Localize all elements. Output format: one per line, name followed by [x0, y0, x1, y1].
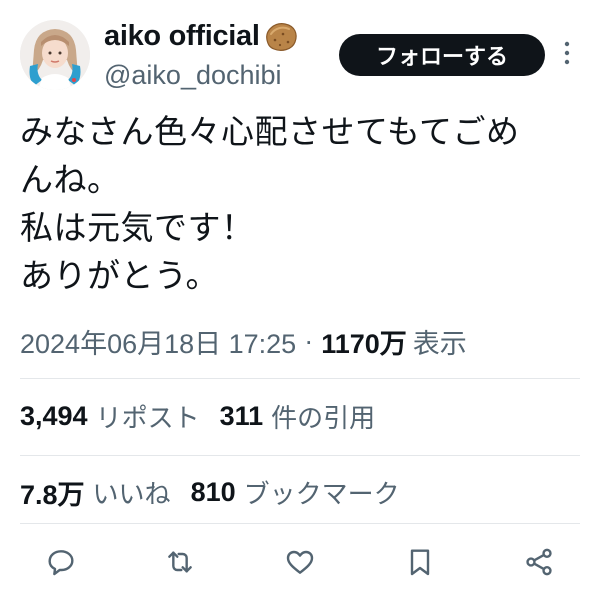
tweet-meta: 2024年06月18日 17:25 · 1170万 表示 — [20, 322, 467, 361]
bookmark-icon[interactable] — [402, 544, 438, 580]
meta-separator: · — [304, 326, 314, 356]
views-count: 1170万 — [321, 329, 407, 359]
action-bar — [0, 540, 600, 584]
tweet-line: ありがとう。 — [20, 256, 220, 295]
tweet-card: aiko official @aiko_dochibi フォローする みなさん色… — [0, 0, 600, 600]
potato-icon — [265, 23, 297, 51]
repost-count[interactable]: 3,494 — [20, 401, 88, 432]
avatar-image — [20, 20, 90, 90]
tweet-line: んね。 — [20, 160, 121, 199]
avatar[interactable] — [20, 20, 90, 90]
display-name[interactable]: aiko official — [104, 20, 260, 53]
retweet-icon[interactable] — [162, 544, 198, 580]
views-label: 表示 — [412, 329, 467, 359]
handle[interactable]: @aiko_dochibi — [104, 60, 299, 91]
bookmark-label[interactable]: ブックマーク — [244, 474, 400, 511]
author-block: aiko official @aiko_dochibi — [104, 16, 299, 91]
bookmark-count[interactable]: 810 — [191, 477, 236, 508]
share-icon[interactable] — [521, 544, 557, 580]
like-label[interactable]: いいね — [93, 474, 171, 511]
follow-button[interactable]: フォローする — [339, 34, 545, 76]
repost-label[interactable]: リポスト — [96, 398, 200, 435]
tweet-line: 私は元気です！ — [20, 208, 255, 247]
reply-icon[interactable] — [43, 544, 79, 580]
tweet-line: みなさん色々心配させてもてごめ — [20, 112, 520, 151]
tweet-text: みなさん色々心配させてもてごめ んね。 私は元気です！ ありがとう。 — [20, 108, 585, 300]
like-icon[interactable] — [282, 544, 318, 580]
stats-row-likes: 7.8万 いいね 810 ブックマーク — [20, 473, 420, 512]
stats-row-reposts: 3,494 リポスト 311 件の引用 — [20, 398, 395, 435]
divider — [20, 523, 580, 524]
like-count[interactable]: 7.8万 — [20, 473, 85, 512]
quote-count[interactable]: 311 — [220, 401, 264, 432]
quote-label[interactable]: 件の引用 — [271, 398, 375, 435]
name-row: aiko official — [104, 16, 299, 56]
more-vertical-icon[interactable] — [558, 38, 576, 68]
divider — [20, 455, 580, 456]
timestamp[interactable]: 2024年06月18日 17:25 — [20, 322, 296, 361]
divider — [20, 378, 580, 379]
